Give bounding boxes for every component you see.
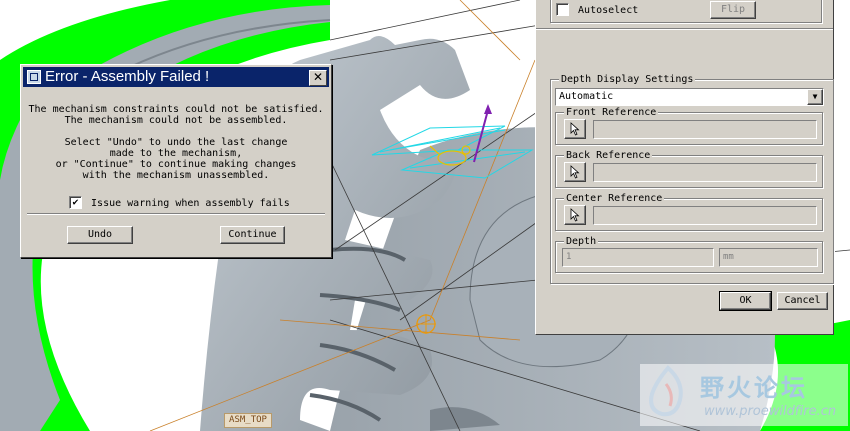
depth-mode-select[interactable]: Automatic ▼	[555, 88, 824, 106]
assembly-warning-label: Issue warning when assembly fails	[91, 197, 290, 209]
dialog-title-bar[interactable]: Error - Assembly Failed ! ✕	[23, 67, 329, 87]
pointer-arrow-icon	[570, 165, 580, 179]
autoselect-checkbox[interactable]	[556, 3, 569, 16]
cancel-button[interactable]: Cancel	[777, 292, 828, 310]
assembly-warning-option[interactable]: ✔ Issue warning when assembly fails	[69, 196, 290, 209]
flame-logo-icon	[649, 365, 683, 417]
depth-label: Depth	[564, 236, 599, 247]
center-reference-label: Center Reference	[564, 193, 665, 204]
autoselect-row[interactable]: Autoselect	[556, 3, 638, 16]
depth-unit-field[interactable]: mm	[719, 248, 818, 267]
datum-label-asm-top[interactable]: ASM_TOP	[224, 413, 272, 428]
pointer-arrow-icon	[570, 208, 580, 222]
error-dialog: Error - Assembly Failed ! ✕ The mechanis…	[20, 64, 332, 258]
watermark-title: 野火论坛	[700, 374, 808, 402]
message-line: or "Continue" to continue making changes	[55, 159, 297, 170]
dialog-title: Error - Assembly Failed !	[45, 68, 210, 85]
undo-button[interactable]: Undo	[67, 226, 133, 244]
message-line: with the mechanism unassembled.	[82, 170, 270, 181]
back-reference-field[interactable]	[593, 163, 817, 182]
center-reference-select-button[interactable]	[564, 205, 586, 225]
center-reference-field[interactable]	[593, 206, 817, 225]
front-reference-field[interactable]	[593, 120, 817, 139]
message-line: The mechanism constraints could not be s…	[28, 104, 324, 115]
continue-button[interactable]: Continue	[220, 226, 285, 244]
watermark: 野火论坛 www.proewildfire.cn	[640, 364, 848, 426]
message-line: Select "Undo" to undo the last change	[64, 137, 288, 148]
depth-mode-value: Automatic	[559, 91, 614, 102]
watermark-url: www.proewildfire.cn	[704, 404, 837, 419]
message-line: The mechanism could not be assembled.	[64, 115, 288, 126]
message-line: made to the mechanism,	[109, 148, 243, 159]
depth-value-field[interactable]: 1	[562, 248, 714, 267]
back-reference-label: Back Reference	[564, 150, 653, 161]
autoselect-label: Autoselect	[578, 4, 639, 16]
close-icon[interactable]: ✕	[309, 70, 327, 86]
flip-button[interactable]: Flip	[710, 1, 756, 19]
depth-unit: mm	[723, 252, 734, 262]
reference-settings-panel: Autoselect Flip Depth Display Settings A…	[535, 0, 834, 335]
panel-divider	[536, 28, 833, 30]
front-reference-select-button[interactable]	[564, 119, 586, 139]
ok-button[interactable]: OK	[719, 291, 772, 311]
dialog-separator	[27, 213, 325, 215]
window-icon	[27, 70, 41, 84]
depth-value: 1	[566, 252, 572, 262]
chevron-down-icon[interactable]: ▼	[807, 89, 823, 105]
front-reference-label: Front Reference	[564, 107, 659, 118]
back-reference-select-button[interactable]	[564, 162, 586, 182]
assembly-warning-checkbox[interactable]: ✔	[69, 196, 82, 209]
pointer-arrow-icon	[570, 122, 580, 136]
depth-display-settings-label: Depth Display Settings	[559, 74, 696, 85]
